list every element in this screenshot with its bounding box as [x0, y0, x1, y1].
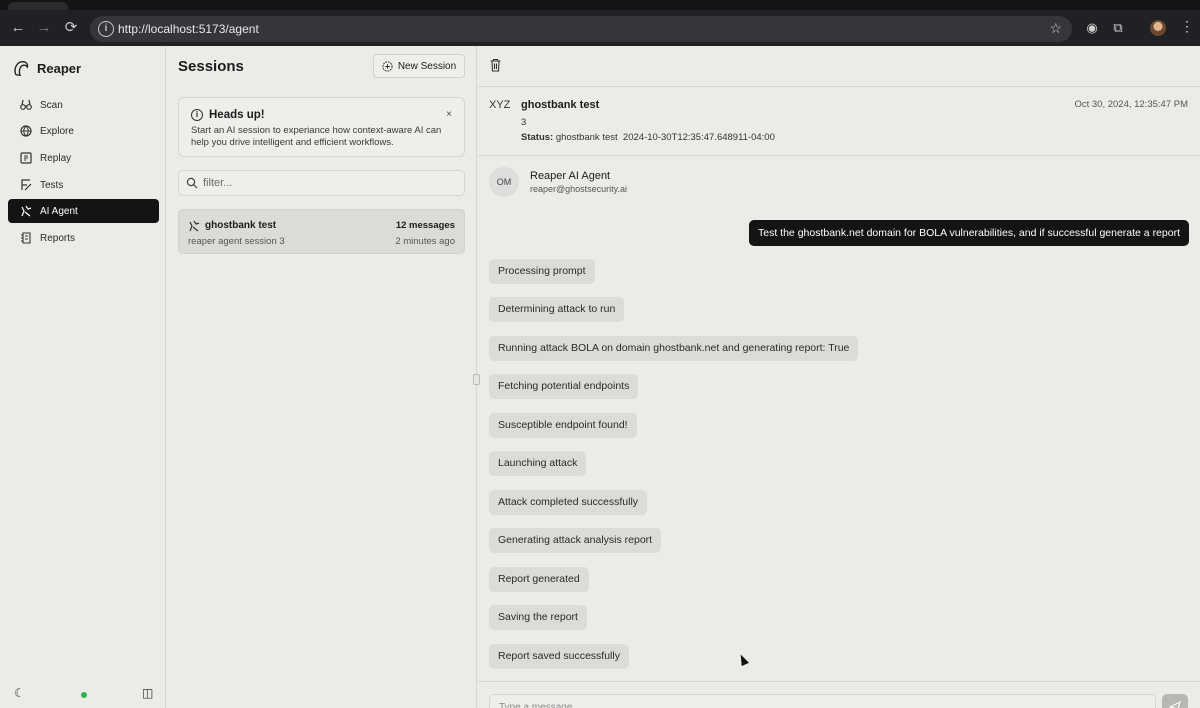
notice-title: Heads up! [209, 109, 265, 121]
new-session-label: New Session [397, 60, 457, 72]
extension-icon[interactable]: ◉ [1084, 20, 1100, 36]
agent-icon [189, 220, 200, 232]
replay-icon [20, 152, 32, 164]
address-bar[interactable]: i http://localhost:5173/agent ☆ [90, 16, 1072, 42]
collapse-sidebar-icon[interactable]: ◫ [142, 686, 153, 700]
agent-name: Reaper AI Agent [530, 170, 611, 182]
agent-icon [21, 205, 32, 217]
session-message-count: 12 messages [395, 220, 455, 231]
status-timestamp: 2024-10-30T12:35:47.648911-04:00 [622, 132, 775, 143]
session-number: 3 [521, 117, 527, 128]
trash-icon[interactable] [489, 58, 502, 72]
status-label: Status: [521, 132, 554, 143]
binoculars-icon [20, 99, 32, 110]
agent-message: Fetching potential endpoints [489, 374, 639, 399]
sidebar-item-explore[interactable]: Explore [8, 119, 159, 143]
chat-date: Oct 30, 2024, 12:35:47 PM [1074, 99, 1188, 110]
agent-message: Running attack BOLA on domain ghostbank.… [489, 336, 859, 361]
chat-title: ghostbank test [521, 99, 600, 111]
status-dot [81, 692, 87, 698]
session-time: 2 minutes ago [395, 236, 455, 247]
sidebar: Reaper Scan Explore Replay Tests AI Agen… [0, 46, 166, 708]
new-session-button[interactable]: New Session [373, 54, 465, 78]
moon-icon[interactable]: ☾ [14, 686, 25, 700]
status-value: ghostbank test [555, 132, 618, 143]
session-status: Status: ghostbank test 2024-10-30T12:35:… [521, 132, 775, 143]
agent-message: Report generated [489, 567, 589, 592]
sidebar-item-ai-agent[interactable]: AI Agent [8, 199, 159, 223]
agent-message: Susceptible endpoint found! [489, 413, 637, 438]
session-description: reaper agent session 3 [188, 236, 285, 247]
tests-icon [21, 179, 32, 191]
url-text: http://localhost:5173/agent [118, 22, 259, 36]
heads-up-notice: i Heads up! × Start an AI session to exp… [178, 97, 465, 157]
session-name: ghostbank test [205, 220, 277, 231]
sidebar-item-label: Tests [40, 179, 64, 191]
filter-input[interactable] [203, 175, 453, 191]
message-composer [477, 681, 1200, 708]
sidebar-item-reports[interactable]: Reports [8, 226, 159, 250]
sidebar-footer: ☾ ◫ [0, 682, 166, 708]
user-message: Test the ghostbank.net domain for BOLA v… [749, 220, 1189, 246]
forward-arrow-icon[interactable]: → [34, 18, 54, 38]
sidebar-item-label: Reports [40, 232, 76, 244]
sidebar-item-scan[interactable]: Scan [8, 93, 159, 117]
chat-header: XYZ ghostbank test 3 Status: ghostbank t… [477, 86, 1200, 156]
agent-message: Generating attack analysis report [489, 528, 662, 553]
brand[interactable]: Reaper [12, 58, 81, 78]
sidebar-item-tests[interactable]: Tests [8, 173, 159, 197]
notice-body: Start an AI session to experiance how co… [191, 125, 442, 148]
site-info-icon[interactable]: i [98, 21, 114, 37]
browser-menu-icon[interactable]: ⋮ [1180, 18, 1194, 35]
agent-message: Launching attack [489, 451, 587, 476]
sessions-title: Sessions [178, 58, 244, 75]
sidebar-item-replay[interactable]: Replay [8, 146, 159, 170]
close-icon[interactable]: × [446, 109, 452, 120]
agent-message: Attack completed successfully [489, 490, 648, 515]
bookmark-star-icon[interactable]: ☆ [1049, 20, 1062, 37]
profile-avatar-icon[interactable] [1150, 20, 1166, 36]
reload-icon[interactable]: ⟳ [61, 18, 81, 38]
session-prefix: XYZ [489, 99, 511, 111]
globe-icon [20, 125, 32, 137]
sidebar-item-label: AI Agent [40, 205, 78, 217]
send-icon [1169, 701, 1181, 708]
message-input[interactable] [489, 694, 1156, 708]
session-list-item[interactable]: ghostbank test reaper agent session 3 12… [178, 209, 465, 254]
agent-message: Processing prompt [489, 259, 595, 284]
reports-icon [21, 232, 31, 244]
sidebar-item-label: Explore [40, 125, 74, 137]
search-icon [186, 177, 198, 189]
agent-email: reaper@ghostsecurity.ai [530, 184, 628, 194]
sidebar-item-label: Replay [40, 152, 72, 164]
send-button[interactable] [1162, 694, 1188, 708]
brand-name: Reaper [37, 60, 82, 76]
browser-tab[interactable] [8, 2, 68, 10]
browser-toolbar: ← → ⟳ i http://localhost:5173/agent ☆ ◉ … [0, 0, 1200, 46]
agent-message: Report saved successfully [489, 644, 629, 669]
tab-strip [0, 0, 1200, 10]
sessions-panel: Sessions New Session i Heads up! × Start… [166, 46, 477, 708]
plus-circle-icon [382, 60, 393, 72]
puzzle-extensions-icon[interactable]: ⧉ [1110, 20, 1126, 36]
avatar: OM [489, 167, 519, 197]
sidebar-item-label: Scan [40, 99, 63, 111]
info-icon: i [191, 109, 203, 121]
agent-message: Determining attack to run [489, 297, 625, 322]
agent-message: Saving the report [489, 605, 587, 630]
back-arrow-icon[interactable]: ← [8, 18, 28, 38]
chat-panel: XYZ ghostbank test 3 Status: ghostbank t… [477, 46, 1200, 708]
reaper-logo-icon [14, 61, 29, 76]
filter-field[interactable] [178, 170, 465, 196]
